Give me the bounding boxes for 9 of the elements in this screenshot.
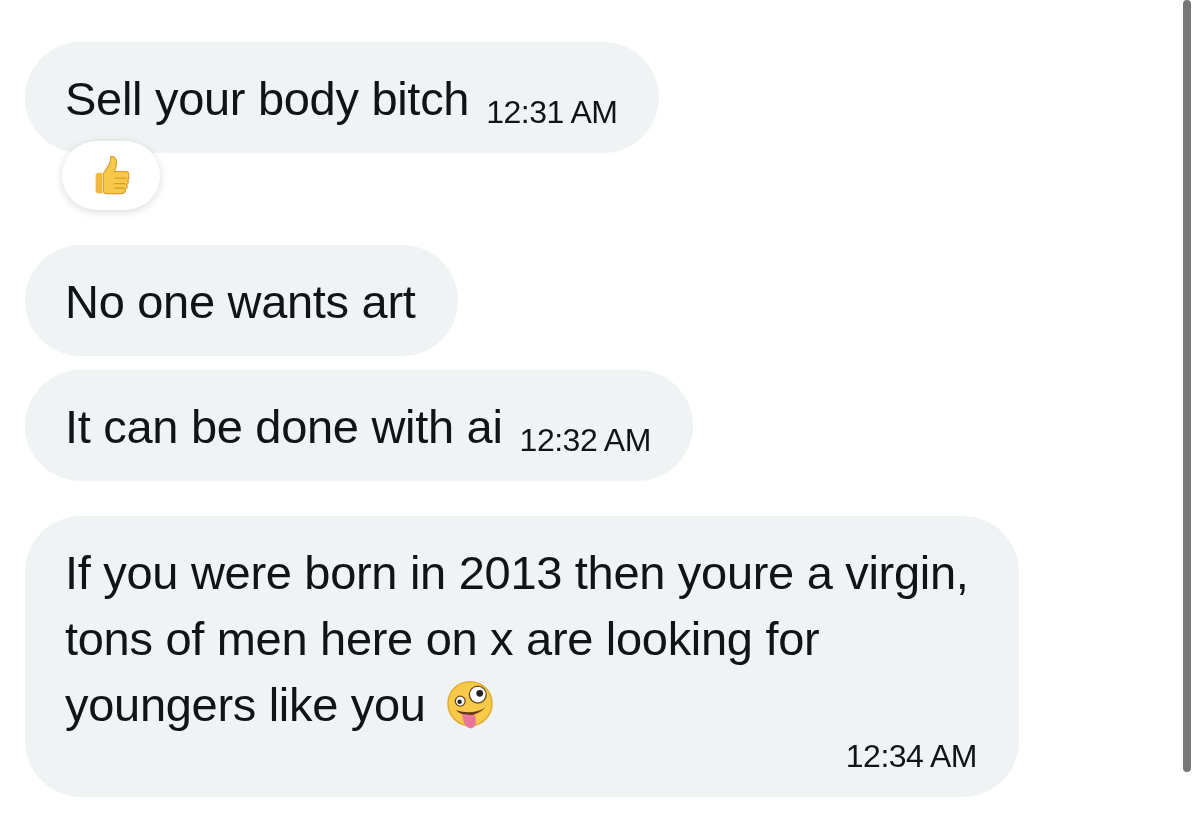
scrollbar-thumb[interactable] (1183, 0, 1191, 772)
reaction-pill[interactable] (62, 141, 160, 210)
message-text: It can be done with ai (65, 399, 503, 455)
message-text: If you were born in 2013 then youre a virgin, tons of men here on x are looking for youngers like you (65, 545, 970, 733)
message-timestamp: 12:34 AM (845, 738, 977, 774)
message-text: No one wants art (65, 274, 416, 330)
message-text: Sell your body bitch (65, 71, 470, 127)
message-timestamp: 12:32 AM (519, 422, 651, 458)
message-timestamp: 12:31 AM (486, 94, 618, 130)
